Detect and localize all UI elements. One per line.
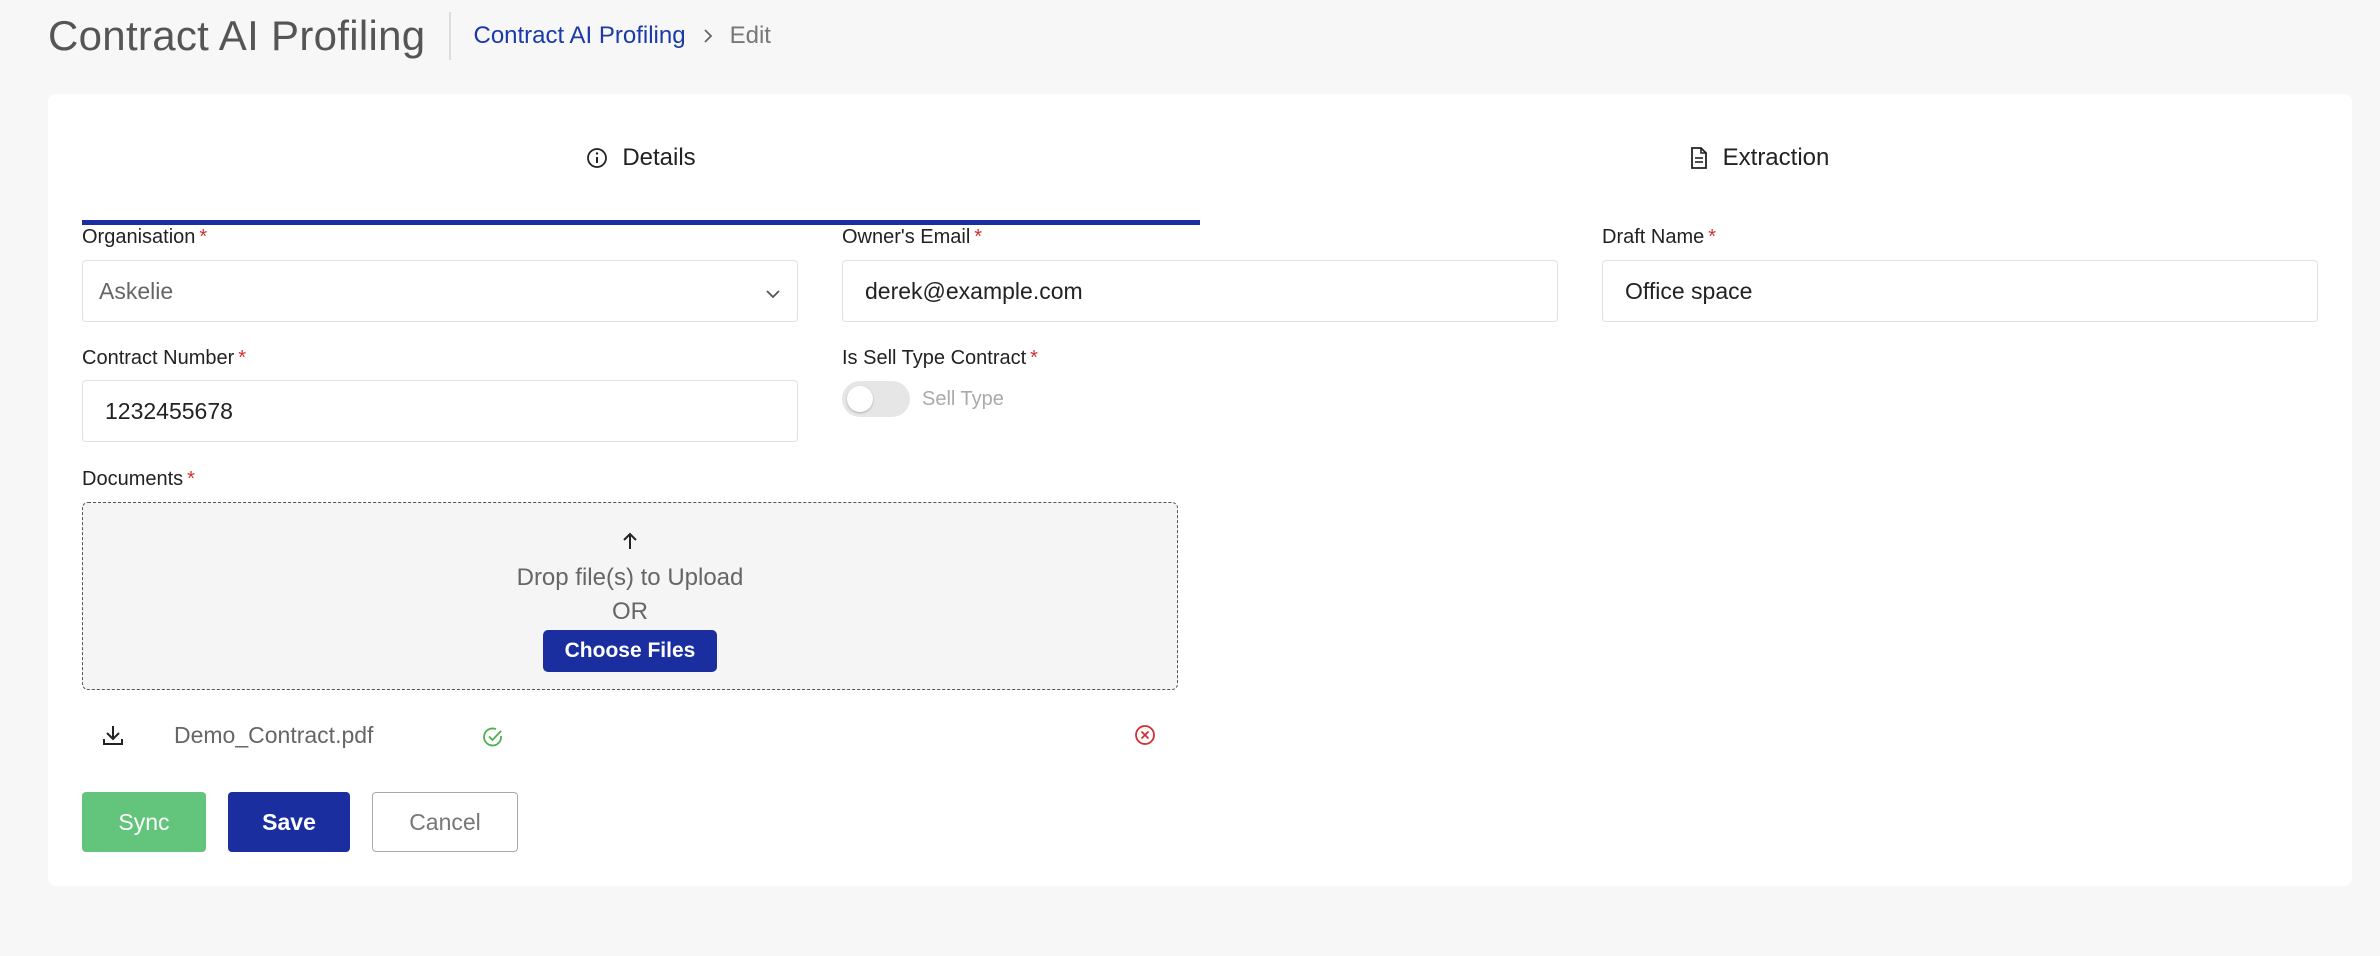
drop-or-text: OR xyxy=(612,598,648,625)
contract-number-field[interactable]: 1232455678 xyxy=(82,380,798,442)
tab-bar: Details Extraction xyxy=(82,134,2318,225)
organisation-select[interactable]: Askelie xyxy=(82,260,798,322)
file-dropzone[interactable]: Drop file(s) to Upload OR Choose Files xyxy=(82,502,1178,690)
save-button[interactable]: Save xyxy=(228,792,350,852)
page-header: Contract AI Profiling Contract AI Profil… xyxy=(48,0,771,72)
active-tab-indicator xyxy=(82,220,1200,225)
tab-details-label: Details xyxy=(622,144,696,171)
organisation-value: Askelie xyxy=(99,277,174,304)
page-title: Contract AI Profiling xyxy=(48,12,426,59)
breadcrumb-current: Edit xyxy=(729,22,771,49)
breadcrumb: Contract AI Profiling Edit xyxy=(473,22,770,50)
document-icon xyxy=(1689,147,1709,169)
drop-instructions: Drop file(s) to Upload xyxy=(516,564,744,591)
sell-type-toggle[interactable] xyxy=(842,381,910,417)
chevron-down-icon xyxy=(765,278,781,305)
remove-file-icon[interactable] xyxy=(1134,724,1156,751)
choose-files-button[interactable]: Choose Files xyxy=(542,630,718,672)
toggle-knob xyxy=(847,386,873,412)
owners-email-field[interactable]: derek@example.com xyxy=(842,260,1558,322)
form-card: Details Extraction Organisation * Askelie… xyxy=(48,94,2352,886)
upload-arrow-icon xyxy=(621,531,639,556)
sell-type-toggle-wrap: Sell Type xyxy=(842,381,1004,417)
contract-number-label: Contract Number * xyxy=(82,347,247,369)
tab-extraction-label: Extraction xyxy=(1722,144,1830,171)
file-name: Demo_Contract.pdf xyxy=(174,722,374,748)
sync-button[interactable]: Sync xyxy=(82,792,206,852)
documents-label: Documents * xyxy=(82,468,195,490)
draft-name-field[interactable]: Office space xyxy=(1602,260,2318,322)
tab-extraction[interactable]: Extraction xyxy=(1200,134,2318,182)
organisation-label: Organisation * xyxy=(82,226,208,248)
draft-name-label: Draft Name * xyxy=(1602,226,1717,248)
sell-type-label: Is Sell Type Contract * xyxy=(842,347,1038,369)
owners-email-label: Owner's Email * xyxy=(842,226,983,248)
info-icon xyxy=(586,147,608,169)
header-divider xyxy=(449,12,452,60)
sell-type-toggle-label: Sell Type xyxy=(922,387,1004,410)
tab-details[interactable]: Details xyxy=(82,134,1200,182)
chevron-right-icon xyxy=(702,28,714,44)
breadcrumb-link[interactable]: Contract AI Profiling xyxy=(473,22,685,50)
cancel-button[interactable]: Cancel xyxy=(372,792,518,852)
download-icon[interactable] xyxy=(102,724,124,751)
check-circle-icon xyxy=(482,726,504,753)
file-list-item: Demo_Contract.pdf xyxy=(82,714,1178,758)
